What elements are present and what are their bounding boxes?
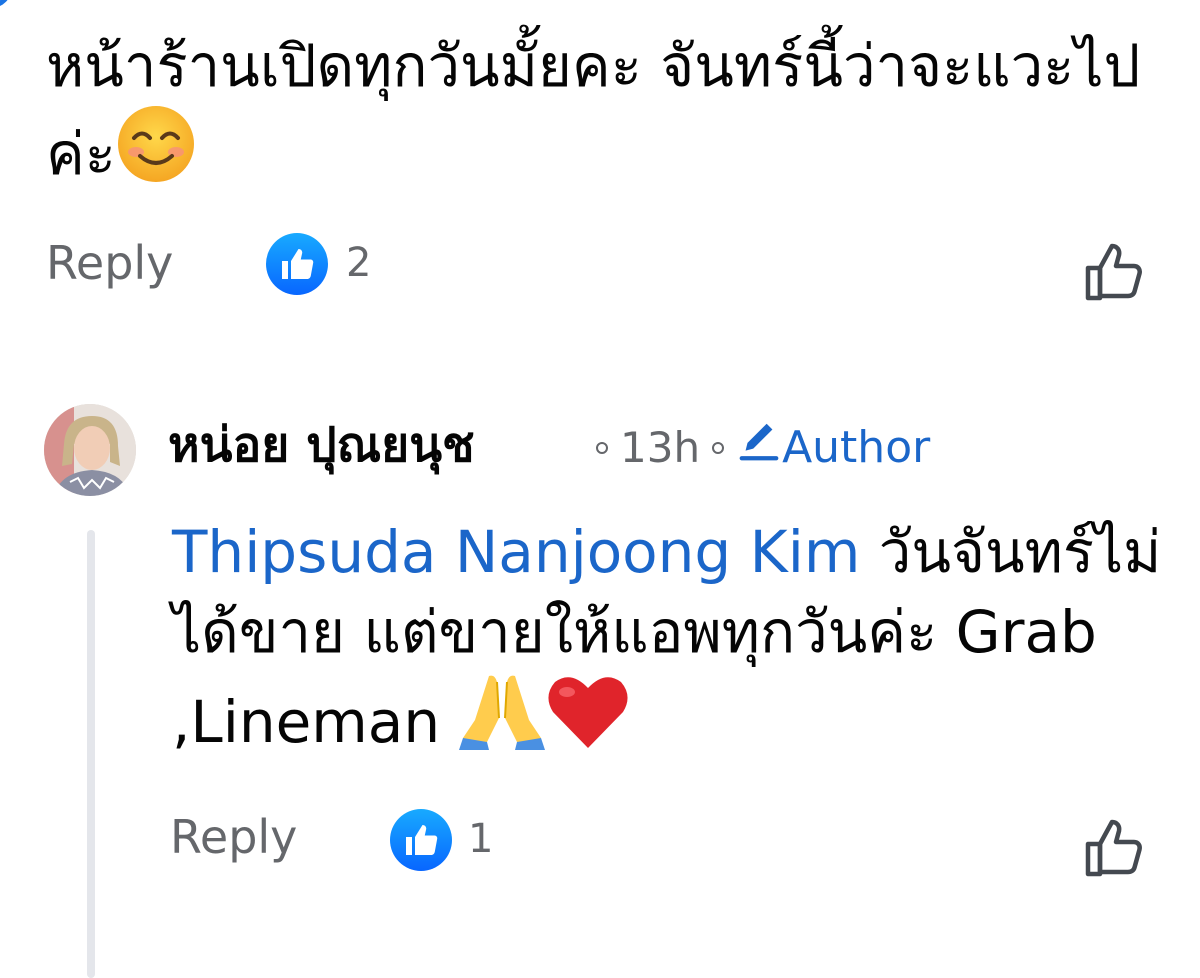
folded-hands-emoji	[458, 672, 545, 772]
comment-timestamp[interactable]: 13h	[620, 420, 700, 476]
thread-line	[87, 530, 95, 978]
avatar[interactable]	[44, 404, 136, 496]
like-outline-icon[interactable]	[1082, 814, 1148, 880]
separator-dot	[712, 442, 725, 454]
reply-button[interactable]: Reply	[46, 236, 173, 290]
like-count[interactable]: 2	[346, 240, 371, 286]
reply-button[interactable]: Reply	[170, 810, 297, 864]
like-badge-icon	[266, 233, 328, 295]
like-count[interactable]: 1	[468, 816, 493, 862]
mention-link[interactable]: Thipsuda Nanjoong Kim	[172, 518, 860, 586]
like-outline-icon[interactable]	[1082, 238, 1148, 304]
partial-avatar-ring	[0, 0, 12, 8]
comment-1-text: หน้าร้านเปิดทุกวันมั้ยคะ จันทร์นี้ว่าจะแ…	[46, 28, 1146, 202]
smiling-face-emoji	[116, 104, 196, 202]
like-badge-icon	[390, 809, 452, 871]
separator-dot	[596, 442, 608, 454]
comment-1-body: หน้าร้านเปิดทุกวันมั้ยคะ จันทร์นี้ว่าจะแ…	[46, 32, 1141, 188]
comment-2-text: Thipsuda Nanjoong Kim วันจันทร์ไม่ได้ขาย…	[172, 512, 1162, 772]
author-badge: Author	[736, 418, 930, 478]
author-badge-label: Author	[782, 422, 931, 473]
red-heart-emoji	[545, 672, 631, 772]
comment-meta: 13h Author	[584, 418, 930, 478]
comment-author-name[interactable]: หน่อย ปุณยนุช	[168, 412, 475, 478]
pencil-icon	[736, 418, 782, 478]
